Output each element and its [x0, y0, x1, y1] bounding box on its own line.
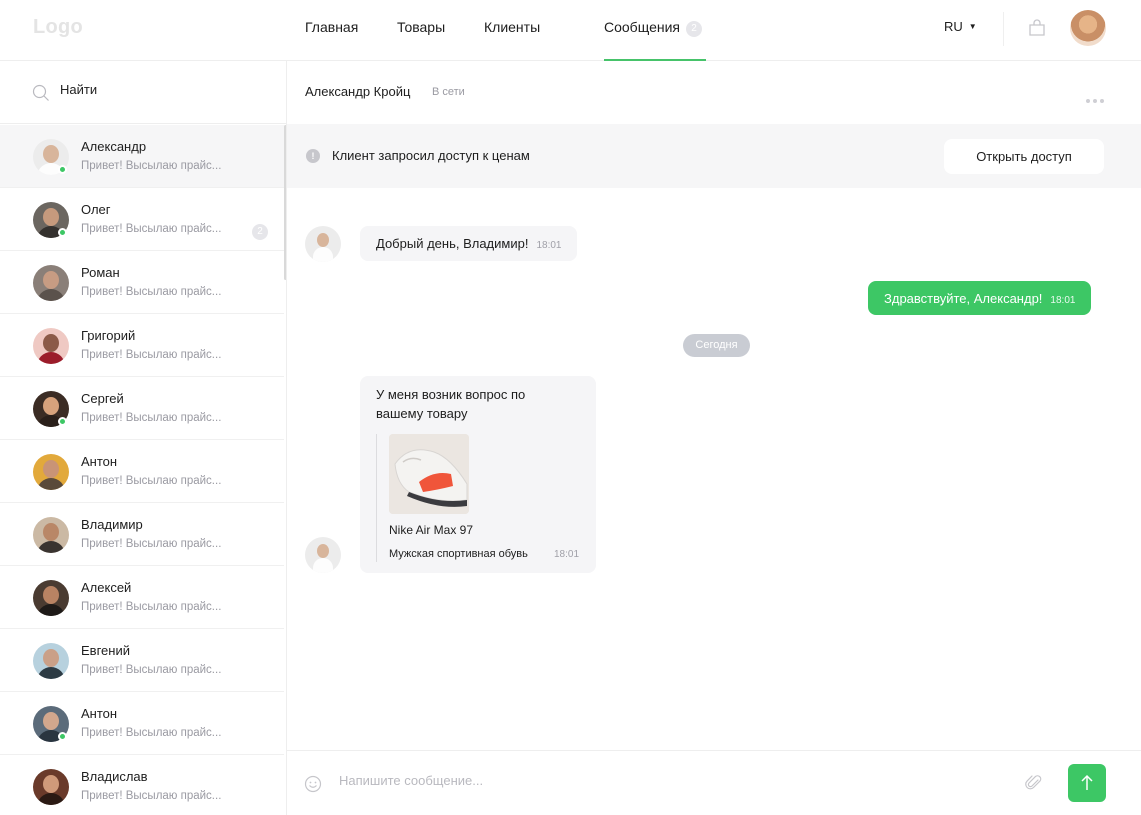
- message-text: Добрый день, Владимир!: [376, 236, 529, 251]
- open-access-button[interactable]: Открыть доступ: [944, 139, 1104, 174]
- contact-preview: Привет! Высылаю прайс...: [81, 601, 222, 613]
- contact-name: Сергей: [81, 391, 124, 406]
- product-image[interactable]: [389, 434, 469, 514]
- contact-avatar: [33, 328, 69, 364]
- messages-count-badge: 2: [685, 21, 702, 37]
- incoming-message: Добрый день, Владимир! 18:01: [360, 226, 578, 261]
- emoji-icon[interactable]: [304, 775, 322, 793]
- caret-down-icon: ▼: [968, 22, 977, 31]
- shopping-bag-icon[interactable]: [1027, 18, 1047, 38]
- message-text: У меня возник вопрос по вашему товару: [376, 387, 526, 421]
- contact-item[interactable]: Роман Привет! Высылаю прайс...: [0, 251, 284, 314]
- nav-products[interactable]: Товары: [397, 19, 445, 35]
- contact-item[interactable]: Владимир Привет! Высылаю прайс...: [0, 503, 284, 566]
- contact-name: Антон: [81, 706, 118, 721]
- contact-item[interactable]: Александр Привет! Высылаю прайс...: [0, 125, 284, 188]
- online-indicator: [58, 732, 67, 741]
- language-selector[interactable]: RU ▼: [944, 19, 977, 34]
- contacts-sidebar: Александр Привет! Высылаю прайс... Олег …: [0, 61, 287, 815]
- contact-name: Владимир: [81, 517, 143, 532]
- language-label: RU: [944, 19, 963, 34]
- contact-item[interactable]: Олег Привет! Высылаю прайс... 2: [0, 188, 284, 251]
- contact-avatar: [33, 643, 69, 679]
- contact-item[interactable]: Евгений Привет! Высылаю прайс...: [0, 629, 284, 692]
- contact-preview: Привет! Высылаю прайс...: [81, 223, 222, 235]
- contact-avatar: [33, 454, 69, 490]
- message-time: 18:01: [536, 240, 562, 251]
- nav-messages-label: Сообщения: [604, 19, 680, 35]
- online-indicator: [58, 417, 67, 426]
- header-divider: [1003, 12, 1004, 46]
- contact-item[interactable]: Сергей Привет! Высылаю прайс...: [0, 377, 284, 440]
- contact-name: Григорий: [81, 328, 136, 343]
- contact-avatar: [33, 265, 69, 301]
- date-separator: Сегодня: [683, 334, 750, 357]
- unread-badge: 2: [252, 224, 268, 240]
- outgoing-message: Здравствуйте, Александр! 18:01: [868, 281, 1092, 315]
- contact-item[interactable]: Алексей Привет! Высылаю прайс...: [0, 566, 284, 629]
- contact-preview: Привет! Высылаю прайс...: [81, 790, 222, 802]
- contact-preview: Привет! Высылаю прайс...: [81, 286, 222, 298]
- contact-preview: Привет! Высылаю прайс...: [81, 727, 222, 739]
- nav-clients[interactable]: Клиенты: [484, 19, 540, 35]
- send-button[interactable]: [1068, 764, 1106, 802]
- nav-home[interactable]: Главная: [305, 19, 358, 35]
- product-description: Мужская спортивная обувь: [389, 548, 528, 560]
- chat-contact-name: Александр Кройц: [305, 84, 411, 99]
- contact-name: Роман: [81, 265, 120, 280]
- chat-header: Александр Кройц В сети: [287, 61, 1141, 124]
- user-avatar[interactable]: [1070, 10, 1106, 46]
- contact-item[interactable]: Антон Привет! Высылаю прайс...: [0, 440, 284, 503]
- contact-name: Александр: [81, 139, 147, 154]
- info-icon: !: [306, 149, 320, 163]
- contact-name: Антон: [81, 454, 118, 469]
- message-composer: [287, 750, 1141, 815]
- contact-avatar: [33, 517, 69, 553]
- contact-name: Владислав: [81, 769, 148, 784]
- message-time: 18:01: [554, 549, 580, 560]
- contact-item[interactable]: Антон Привет! Высылаю прайс...: [0, 692, 284, 755]
- online-indicator: [58, 165, 67, 174]
- contact-name: Олег: [81, 202, 111, 217]
- search-bar: [0, 61, 286, 124]
- banner-text: Клиент запросил доступ к ценам: [332, 148, 530, 163]
- chat-status: В сети: [432, 86, 465, 98]
- contact-preview: Привет! Высылаю прайс...: [81, 160, 222, 172]
- contact-preview: Привет! Высылаю прайс...: [81, 475, 222, 487]
- contact-avatar: [33, 769, 69, 805]
- product-name[interactable]: Nike Air Max 97: [389, 523, 473, 537]
- search-icon: [32, 84, 49, 101]
- quote-line: [376, 434, 377, 562]
- nav-messages[interactable]: Сообщения 2: [604, 19, 702, 37]
- top-navbar: Logo Главная Товары Клиенты Сообщения 2 R…: [0, 0, 1141, 61]
- search-input[interactable]: [60, 82, 260, 97]
- contact-name: Евгений: [81, 643, 130, 658]
- more-options-icon[interactable]: [1086, 90, 1108, 103]
- contact-preview: Привет! Высылаю прайс...: [81, 349, 222, 361]
- attach-icon[interactable]: [1025, 774, 1043, 792]
- product-message: У меня возник вопрос по вашему товару Ni…: [360, 376, 596, 573]
- contact-preview: Привет! Высылаю прайс...: [81, 538, 222, 550]
- message-avatar: [305, 226, 341, 262]
- access-request-banner: ! Клиент запросил доступ к ценам Открыть…: [287, 124, 1141, 188]
- message-text: Здравствуйте, Александр!: [884, 291, 1043, 306]
- contact-name: Алексей: [81, 580, 132, 595]
- contact-item[interactable]: Григорий Привет! Высылаю прайс...: [0, 314, 284, 377]
- message-input[interactable]: [339, 773, 979, 788]
- online-indicator: [58, 228, 67, 237]
- arrow-up-icon: [1081, 774, 1093, 790]
- contact-avatar: [33, 580, 69, 616]
- message-time: 18:01: [1050, 295, 1076, 306]
- message-avatar: [305, 537, 341, 573]
- contact-preview: Привет! Высылаю прайс...: [81, 412, 222, 424]
- logo[interactable]: Logo: [33, 16, 83, 39]
- contact-preview: Привет! Высылаю прайс...: [81, 664, 222, 676]
- contact-item[interactable]: Владислав Привет! Высылаю прайс...: [0, 755, 284, 815]
